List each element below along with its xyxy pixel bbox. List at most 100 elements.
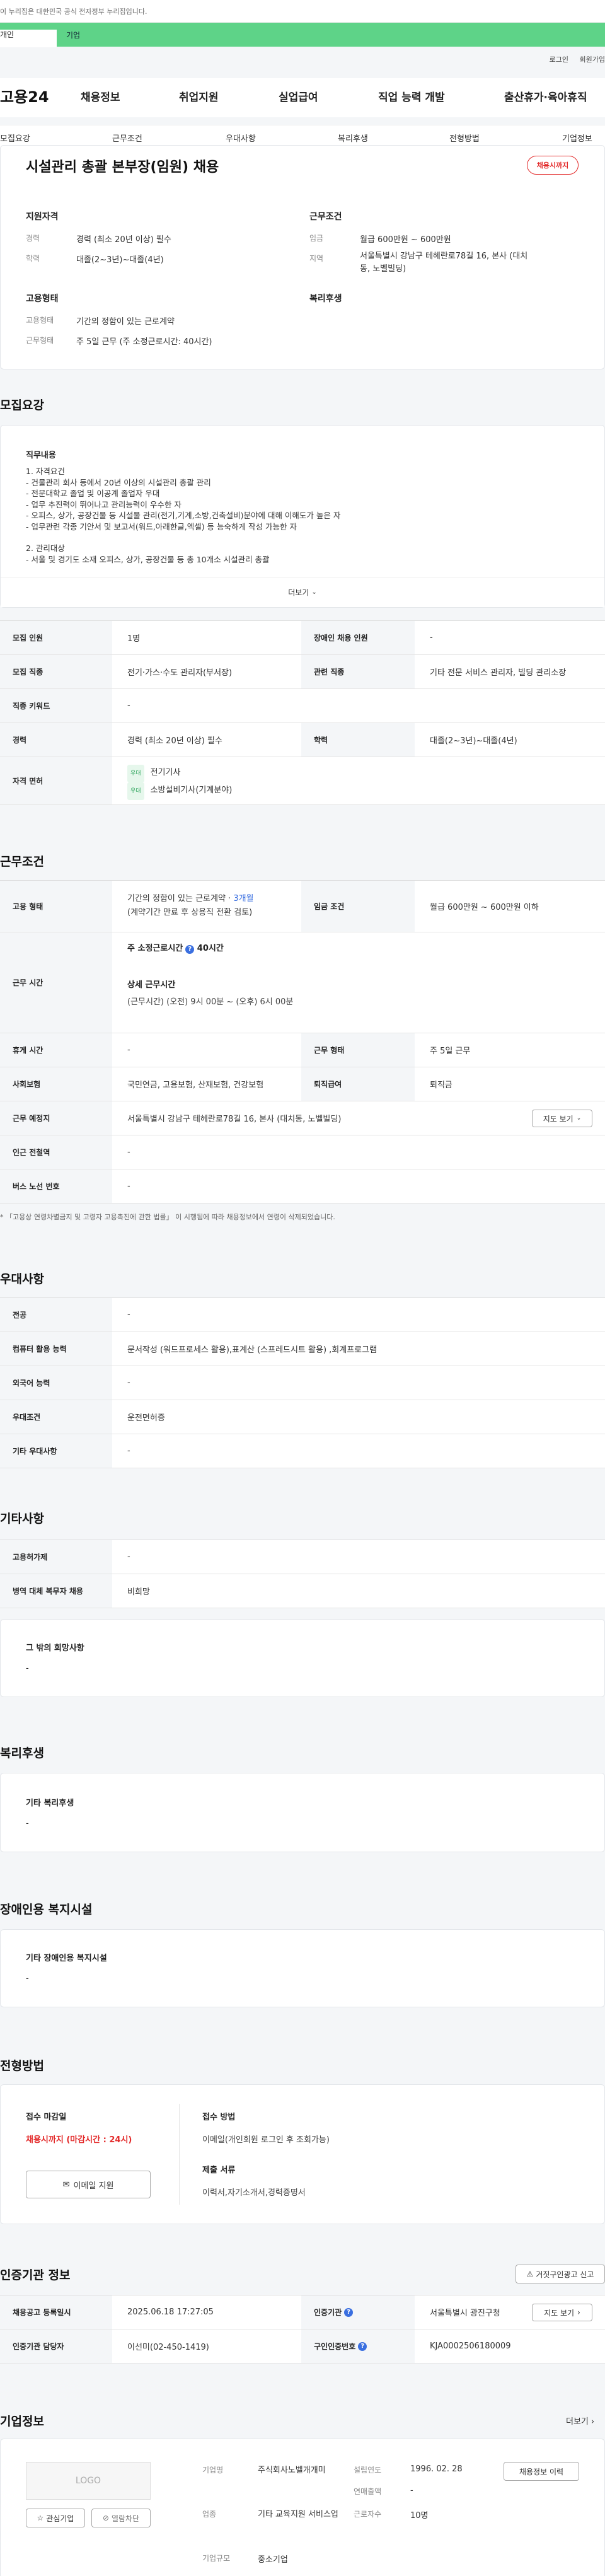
recruit-title: 모집요강	[0, 398, 44, 412]
table-row: 사회보험 국민연금, 고용보험, 산재보험, 건강보험 퇴직급여 퇴직금	[0, 1067, 605, 1101]
duty-line: 2. 관리대상	[26, 543, 65, 553]
tab-company-info[interactable]: 기업정보	[562, 132, 592, 144]
tab-company[interactable]: 기업	[66, 30, 80, 40]
gnb-item-leave[interactable]: 출산휴가·육아휴직	[504, 88, 587, 104]
duty-card: 직무내용 1. 자격요건 - 건물관리 회사 등에서 20년 이상의 시설관리 …	[0, 425, 605, 608]
table-cell: -	[127, 1552, 130, 1562]
emp-months: 3개월	[233, 894, 254, 903]
company-more-link[interactable]: 더보기 ›	[566, 2415, 594, 2427]
duty-line: - 업무 추진력이 뛰어나고 관리능력이 우수한 자	[26, 499, 182, 509]
company-title: 기업정보	[0, 2415, 44, 2428]
table-header: 고용 형태	[0, 881, 112, 932]
more-toggle[interactable]: 더보기 ⌄	[1, 577, 604, 607]
table-cell: 서울특별시 강남구 테헤란로78길 16, 본사 (대치동, 노벨빌딩)	[127, 1115, 342, 1124]
career-label: 경력	[26, 234, 40, 243]
login-link[interactable]: 로그인	[550, 55, 568, 64]
table-header: 사회보험	[0, 1067, 112, 1101]
duty-line	[26, 532, 340, 543]
age-law-note: * 「고용상 연령차별금지 및 고령자 고용촉진에 관한 법률」 이 시행됨에 …	[0, 1213, 335, 1221]
tab-pref[interactable]: 우대사항	[226, 132, 256, 144]
welfare-heading: 복리후생	[309, 294, 342, 304]
edu-value: 대졸(2~3년)~대졸(4년)	[76, 255, 164, 265]
region-value: 서울특별시 강남구 테헤란로78길 16, 본사 (대치동, 노벨빌딩)	[360, 252, 528, 274]
tab-work[interactable]: 근무조건	[112, 132, 142, 144]
map-button[interactable]: 지도 보기 ⌄	[532, 1110, 592, 1127]
table-header: 인근 전철역	[0, 1135, 112, 1169]
block-view-button[interactable]: ⊘ 열람차단	[91, 2509, 151, 2527]
industry-label: 업종	[202, 2510, 217, 2519]
cond-heading: 근무조건	[309, 212, 342, 222]
table-row: 모집 인원 1명 장애인 채용 인원 -	[0, 621, 605, 655]
table-header: 근무 시간	[0, 932, 112, 1033]
table-header: 학력	[301, 723, 415, 757]
license-list: 우대 전기기사 우대 소방설비기사(기계분야)	[127, 765, 232, 800]
company-card: LOGO ☆ 관심기업 ⊘ 열람차단 기업명 주식회사노벨개개미 업종 기타 교육지…	[0, 2439, 605, 2576]
deadline-badge: 채용시까지	[527, 156, 579, 175]
join-link[interactable]: 회원가입	[580, 55, 605, 64]
agency-map-button[interactable]: 지도 보기 ›	[532, 2304, 592, 2321]
email-apply-button[interactable]: ✉ 이메일 지원	[26, 2171, 151, 2198]
table-cell: 기타 전문 서비스 관리자, 빌딩 관리소장	[430, 668, 567, 678]
agency-map-label: 지도 보기	[544, 2308, 575, 2318]
more-label: 더보기	[288, 588, 309, 597]
process-card: 접수 마감일 채용시까지 (마감시간 : 24시) ✉ 이메일 지원 접수 방법 …	[0, 2084, 605, 2224]
table-row: 직종 키워드 -	[0, 689, 605, 723]
pref-title: 우대사항	[0, 1272, 44, 1286]
tab-process[interactable]: 전형방법	[449, 132, 480, 144]
table-cell: 문서작성 (워드프로세스 활용),표계산 (스프레드시트 활용) ,회계프로그램	[127, 1345, 377, 1355]
table-header: 직종 키워드	[0, 689, 112, 722]
disab-heading-text: 기타 장애인용 복지시설	[26, 1954, 107, 1963]
tab-personal[interactable]: 개인	[0, 30, 57, 47]
gnb-item-support[interactable]: 취업지원	[179, 88, 219, 104]
table-cell: 전기·가스·수도 관리자(부서장)	[127, 668, 233, 678]
company-more-label: 더보기	[566, 2417, 589, 2427]
table-cell: 서울특별시 광진구청	[430, 2309, 500, 2318]
job-history-button[interactable]: 채용정보 이력	[504, 2462, 579, 2481]
star-icon: ☆	[37, 2514, 44, 2522]
staff-value: 10명	[410, 2511, 429, 2521]
table-cell: -	[127, 1446, 130, 1456]
table-row: 고용허가제 -	[0, 1540, 605, 1574]
favorite-company-button[interactable]: ☆ 관심기업	[26, 2509, 85, 2527]
emp-note: (계약기간 만료 후 상용직 전환 검토)	[127, 908, 253, 917]
table-header-text: 구인인증번호	[314, 2342, 356, 2351]
auth-title: 인증기관 정보	[0, 2268, 71, 2282]
job-summary-card: 시설관리 총괄 본부장(임원) 채용 채용시까지 지원자격 경력 경력 (최소 …	[0, 145, 605, 369]
report-fake-ad-button[interactable]: ⚠ 거짓구인광고 신고	[516, 2265, 605, 2283]
size-value: 중소기업	[258, 2555, 288, 2565]
company-name-label: 기업명	[202, 2466, 224, 2474]
license-item: 소방설비기사(기계분야)	[150, 786, 233, 795]
table-row: 경력 경력 (최소 20년 이상) 필수 학력 대졸(2~3년)~대졸(4년)	[0, 723, 605, 757]
work-table: 고용 형태 기간의 정함이 있는 근로계약 · 3개월 (계약기간 만료 후 상…	[0, 880, 605, 1204]
tab-recruit[interactable]: 모집요강	[0, 132, 30, 144]
weekly-hours-label: 주 소정근로시간	[127, 944, 183, 953]
site-logo[interactable]: 고용24	[0, 84, 49, 107]
chevron-right-icon: ›	[577, 2308, 580, 2317]
tab-welfare[interactable]: 복리후생	[338, 132, 368, 144]
duty-line: - 건물관리 회사 등에서 20년 이상의 시설관리 총괄 관리	[26, 477, 211, 487]
etc-title: 기타사항	[0, 1512, 44, 1526]
method-value: 이메일(개인회원 로그인 후 조회가능)	[202, 2135, 330, 2145]
gnb-item-benefits[interactable]: 실업급여	[279, 88, 318, 104]
info-icon[interactable]: ?	[185, 945, 195, 954]
info-icon[interactable]: ?	[344, 2307, 354, 2317]
table-row: 휴게 시간 - 근무 형태 주 5일 근무	[0, 1033, 605, 1067]
duty-text: 1. 자격요건 - 건물관리 회사 등에서 20년 이상의 시설관리 총괄 관리…	[26, 466, 340, 565]
info-icon[interactable]: ?	[358, 2341, 367, 2351]
industry-value: 기타 교육지원 서비스업	[258, 2510, 338, 2519]
table-cell: KJA0002506180009	[430, 2341, 511, 2351]
work-title: 근무조건	[0, 855, 44, 869]
table-row: 채용공고 등록일시 2025.06.18 17:27:05 인증기관? 서울특별…	[0, 2295, 605, 2329]
table-header: 외국어 능력	[0, 1366, 112, 1400]
deadline-label: 접수 마감일	[26, 2113, 67, 2122]
table-header: 병역 대체 복무자 채용	[0, 1574, 112, 1608]
time-cell: 주 소정근로시간? 40시간 상세 근무시간 (근무시간) (오전) 9시 00…	[127, 941, 293, 1007]
table-cell: 주 5일 근무	[430, 1047, 471, 1056]
gnb-item-jobs[interactable]: 채용정보	[81, 88, 120, 104]
table-header: 컴퓨터 활용 능력	[0, 1332, 112, 1366]
welfare-heading-text: 기타 복리후생	[26, 1799, 74, 1808]
detail-hours: (근무시간) (오전) 9시 00분 ~ (오후) 6시 00분	[127, 997, 294, 1007]
table-cell: 1명	[127, 634, 141, 644]
table-header: 구인인증번호?	[301, 2329, 415, 2363]
gnb-item-training[interactable]: 직업 능력 개발	[378, 88, 445, 104]
